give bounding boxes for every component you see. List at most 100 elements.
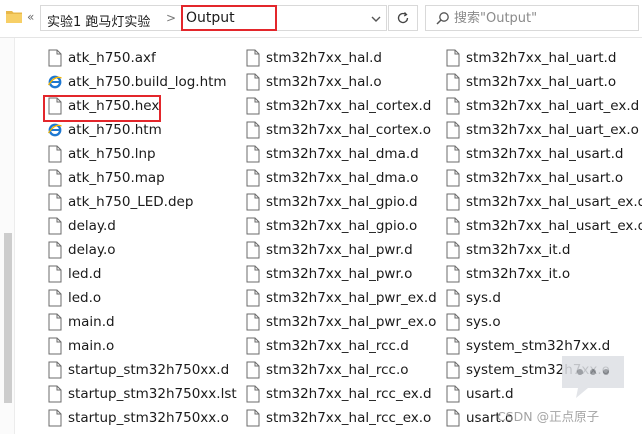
file-item[interactable]: delay.d [48, 215, 248, 239]
file-item[interactable]: stm32h7xx_hal_pwr_ex.d [246, 287, 446, 311]
file-item[interactable]: sys.d [446, 287, 642, 311]
file-item[interactable]: main.d [48, 311, 248, 335]
file-name: stm32h7xx_hal_gpio.d [266, 194, 418, 210]
file-item[interactable]: stm32h7xx_it.o [446, 263, 642, 287]
file-item[interactable]: startup_stm32h750xx.lst [48, 383, 248, 407]
file-item[interactable]: stm32h7xx_hal_rcc_ex.d [246, 383, 446, 407]
file-name: atk_h750_LED.dep [68, 194, 194, 210]
file-item[interactable]: stm32h7xx_hal_cortex.d [246, 95, 446, 119]
file-item[interactable]: stm32h7xx_hal_rcc.o [246, 359, 446, 383]
file-name: atk_h750.lnp [68, 146, 156, 162]
file-item[interactable]: atk_h750.map [48, 167, 248, 191]
file-item[interactable]: stm32h7xx_hal_usart.o [446, 167, 642, 191]
file-item[interactable]: stm32h7xx_hal_gpio.o [246, 215, 446, 239]
file-item[interactable]: atk_h750.htm [48, 119, 248, 143]
file-item[interactable]: stm32h7xx_hal_rcc.d [246, 335, 446, 359]
file-name: atk_h750.hex [68, 98, 160, 114]
document-icon [246, 385, 260, 403]
file-item[interactable]: stm32h7xx_hal_dma.d [246, 143, 446, 167]
file-name: stm32h7xx_it.o [466, 266, 571, 282]
file-name: stm32h7xx_hal_usart.o [466, 170, 624, 186]
file-item[interactable]: delay.o [48, 239, 248, 263]
file-name: sys.o [466, 314, 501, 330]
file-name: startup_stm32h750xx.d [68, 362, 230, 378]
document-icon [246, 361, 260, 379]
file-name: delay.o [68, 242, 116, 258]
file-name: stm32h7xx_hal_uart.o [466, 74, 617, 90]
file-item[interactable]: stm32h7xx_hal_uart_ex.o [446, 119, 642, 143]
file-name: stm32h7xx_hal_pwr.d [266, 242, 413, 258]
file-item[interactable]: led.d [48, 263, 248, 287]
file-item[interactable]: stm32h7xx_hal_gpio.d [246, 191, 446, 215]
file-item[interactable]: stm32h7xx_hal_cortex.o [246, 119, 446, 143]
file-name: stm32h7xx_hal_rcc.o [266, 362, 409, 378]
file-item[interactable]: stm32h7xx_hal_rcc_ex.o [246, 407, 446, 431]
file-item[interactable]: sys.o [446, 311, 642, 335]
search-input[interactable] [454, 6, 634, 30]
file-name: stm32h7xx_hal_rcc_ex.d [266, 386, 432, 402]
document-icon [48, 337, 62, 355]
file-item[interactable]: startup_stm32h750xx.o [48, 407, 248, 431]
file-item[interactable]: main.o [48, 335, 248, 359]
file-item[interactable]: stm32h7xx_hal_uart_ex.d [446, 95, 642, 119]
document-icon [48, 145, 62, 163]
breadcrumb-parent[interactable]: 实验1 跑马灯实验 [47, 11, 150, 30]
chat-bubble-icon [562, 356, 624, 398]
document-icon [48, 385, 62, 403]
document-icon [446, 145, 460, 163]
document-icon [446, 385, 460, 403]
file-item[interactable]: stm32h7xx_hal_dma.o [246, 167, 446, 191]
file-name: stm32h7xx_hal_dma.o [266, 170, 419, 186]
document-icon [246, 121, 260, 139]
search-box[interactable] [425, 5, 639, 31]
file-item[interactable]: stm32h7xx_hal_pwr.d [246, 239, 446, 263]
document-icon [446, 49, 460, 67]
file-item[interactable]: stm32h7xx_hal_pwr_ex.o [246, 311, 446, 335]
document-icon [446, 313, 460, 331]
file-name: stm32h7xx_hal_pwr.o [266, 266, 413, 282]
file-item[interactable]: atk_h750.hex [48, 95, 248, 119]
file-name: stm32h7xx_hal_rcc_ex.o [266, 410, 432, 426]
file-name: led.o [68, 290, 102, 306]
document-icon [246, 193, 260, 211]
file-name: stm32h7xx_hal.d [266, 50, 382, 66]
file-item[interactable]: stm32h7xx_hal_uart.o [446, 71, 642, 95]
document-icon [48, 49, 62, 67]
file-name: sys.d [466, 290, 501, 306]
file-item[interactable]: atk_h750_LED.dep [48, 191, 248, 215]
file-item[interactable]: atk_h750.lnp [48, 143, 248, 167]
file-item[interactable]: startup_stm32h750xx.d [48, 359, 248, 383]
file-item[interactable]: led.o [48, 287, 248, 311]
address-bar[interactable]: 实验1 跑马灯实验 > Output [40, 5, 387, 31]
nav-pane-scrollbar[interactable] [4, 233, 12, 403]
file-name: stm32h7xx_hal_gpio.o [266, 218, 418, 234]
breadcrumb-separator: > [166, 11, 177, 25]
refresh-button[interactable] [388, 5, 418, 31]
file-item[interactable]: stm32h7xx_hal_pwr.o [246, 263, 446, 287]
file-name: stm32h7xx_hal.o [266, 74, 382, 90]
document-icon [446, 265, 460, 283]
refresh-icon [397, 12, 409, 24]
file-item[interactable]: stm32h7xx_it.d [446, 239, 642, 263]
file-item[interactable]: stm32h7xx_hal_usart.d [446, 143, 642, 167]
file-item[interactable]: stm32h7xx_hal.o [246, 71, 446, 95]
file-item[interactable]: stm32h7xx_hal_usart_ex.o [446, 215, 642, 239]
file-name: stm32h7xx_hal_dma.d [266, 146, 419, 162]
document-icon [246, 337, 260, 355]
document-icon [246, 169, 260, 187]
document-icon [446, 361, 460, 379]
file-item[interactable]: atk_h750.build_log.htm [48, 71, 248, 95]
breadcrumb-current[interactable]: Output [181, 5, 277, 31]
file-name: delay.d [68, 218, 116, 234]
document-icon [246, 49, 260, 67]
file-item[interactable]: stm32h7xx_hal.d [246, 47, 446, 71]
chevron-down-icon[interactable] [369, 12, 383, 26]
document-icon [446, 169, 460, 187]
document-icon [446, 73, 460, 91]
file-item[interactable]: stm32h7xx_hal_uart.d [446, 47, 642, 71]
file-name: stm32h7xx_hal_pwr_ex.o [266, 314, 437, 330]
file-name: atk_h750.axf [68, 50, 156, 66]
file-item[interactable]: atk_h750.axf [48, 47, 248, 71]
file-item[interactable]: stm32h7xx_hal_usart_ex.d [446, 191, 642, 215]
nav-back-chevrons[interactable]: « [27, 10, 34, 24]
